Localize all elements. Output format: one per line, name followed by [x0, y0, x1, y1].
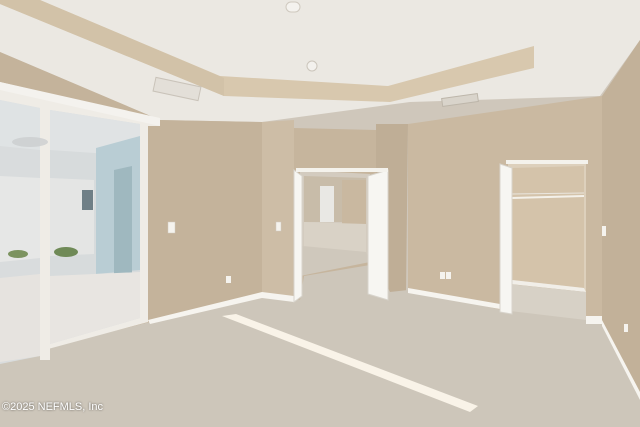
outlet-left: [226, 276, 231, 283]
light-switch-pillar: [275, 221, 282, 232]
door-right-open: [367, 169, 389, 301]
smoke-detector: [306, 60, 318, 72]
outlet-right: [440, 272, 445, 279]
ceiling-light: [285, 1, 301, 13]
light-switch-right: [602, 226, 606, 236]
closet-door-open: [499, 163, 513, 315]
outlet-right-wall: [624, 324, 628, 332]
door-left-open: [293, 169, 303, 303]
wall-pillar: [262, 120, 294, 300]
light-switch-left: [167, 221, 176, 234]
room-photo: ©2025 NEFMLS, Inc: [0, 0, 640, 427]
copyright-watermark: ©2025 NEFMLS, Inc: [2, 401, 104, 413]
